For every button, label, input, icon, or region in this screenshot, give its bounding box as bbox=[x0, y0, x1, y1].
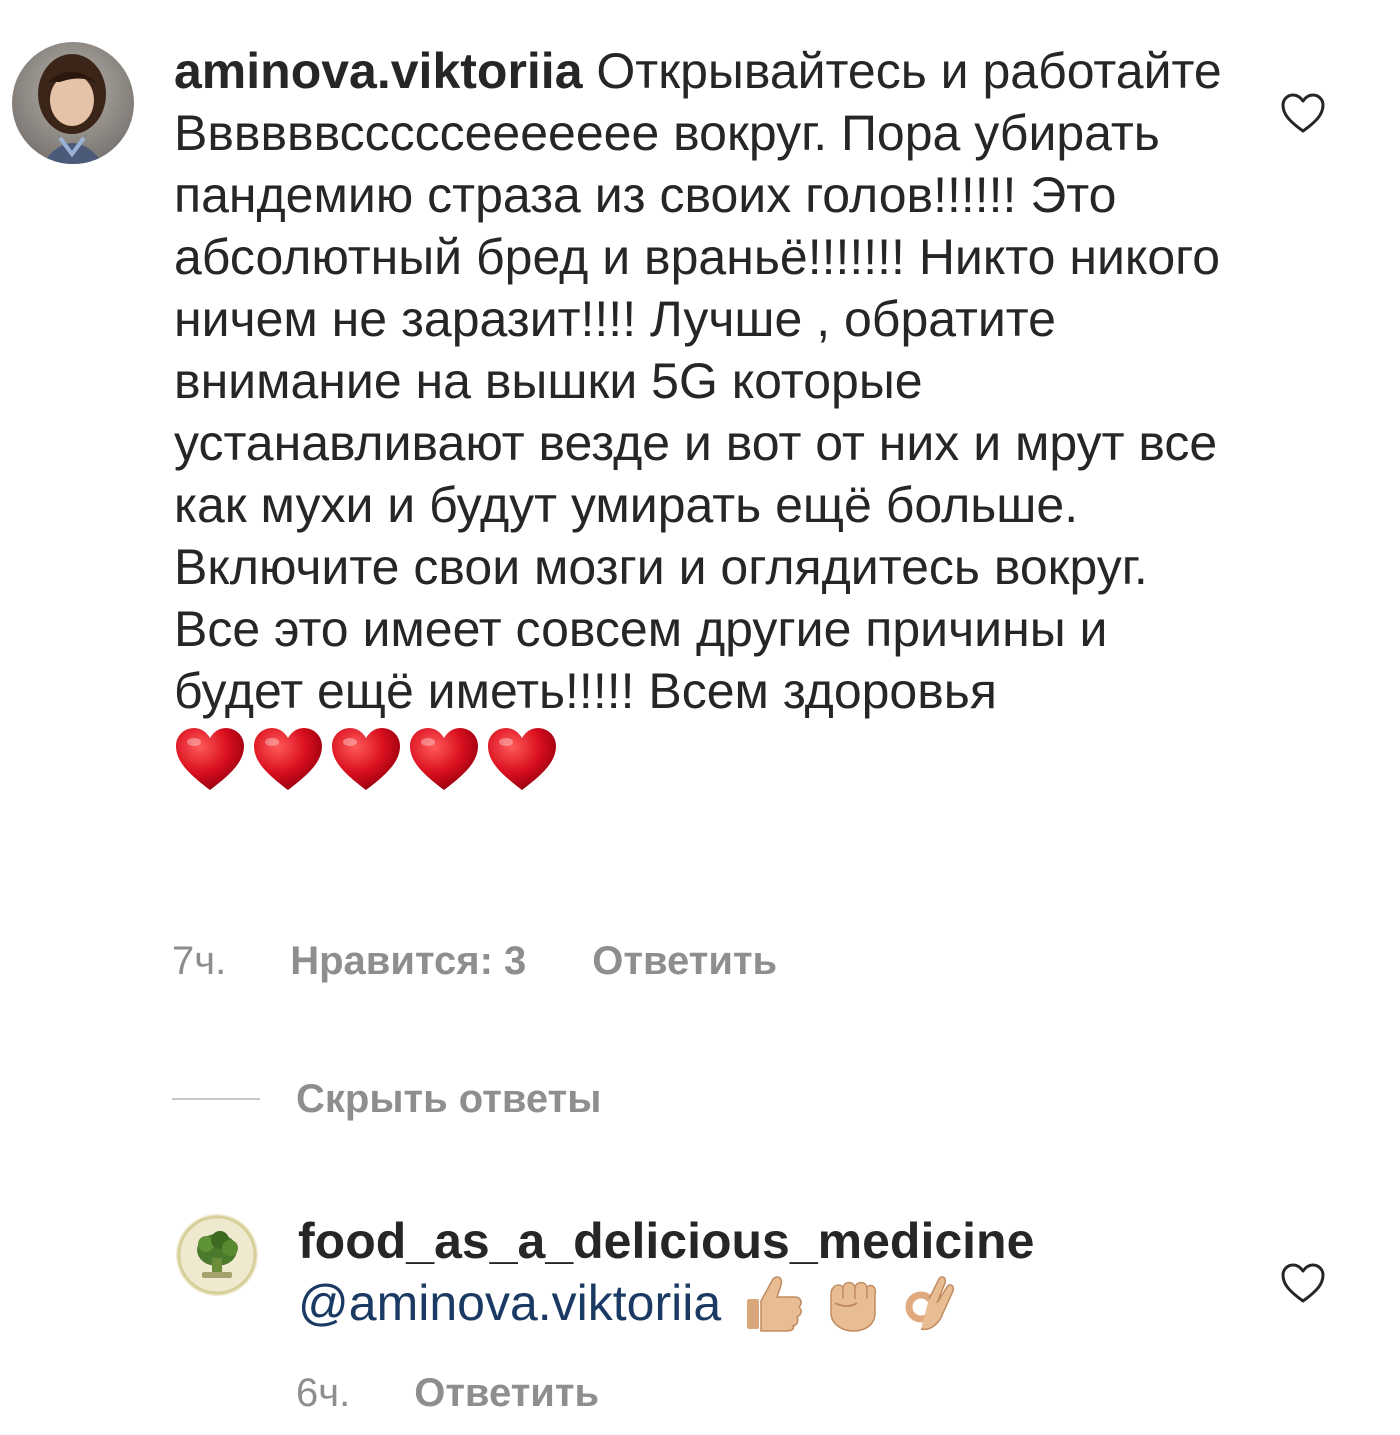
red-heart-icon bbox=[488, 728, 556, 790]
heart-outline-icon bbox=[1281, 1263, 1325, 1303]
ok-hand-icon bbox=[905, 1276, 955, 1331]
reply-time: 6ч. bbox=[296, 1370, 351, 1415]
comment-username[interactable]: aminova.viktoriia bbox=[174, 43, 583, 99]
reply-mention-link[interactable]: @aminova.viktoriia bbox=[298, 1272, 721, 1334]
comment-likes-count[interactable]: Нравится: 3 bbox=[290, 939, 526, 984]
reply-text-row: @aminova.viktoriia bbox=[298, 1272, 1198, 1334]
red-heart-icon bbox=[176, 728, 244, 790]
red-heart-icon bbox=[410, 728, 478, 790]
hide-replies-button[interactable]: Скрыть ответы bbox=[296, 1077, 601, 1122]
reply-content: food_as_a_delicious_medicine @aminova.vi… bbox=[298, 1210, 1198, 1334]
red-heart-icon bbox=[332, 728, 400, 790]
reply-avatar[interactable] bbox=[176, 1214, 258, 1296]
comment-time: 7ч. bbox=[172, 938, 227, 983]
reply-reply-button[interactable]: Ответить bbox=[414, 1371, 599, 1416]
thumbs-up-icon bbox=[747, 1276, 803, 1332]
avatar-photo bbox=[176, 1214, 258, 1296]
comment-meta: 7ч. Нравится: 3 Ответить bbox=[172, 936, 777, 986]
reply-meta: 6ч. Ответить bbox=[296, 1368, 599, 1418]
red-heart-icon bbox=[254, 728, 322, 790]
like-comment-button[interactable] bbox=[1280, 92, 1326, 134]
raised-fist-icon bbox=[830, 1281, 877, 1332]
reply-username[interactable]: food_as_a_delicious_medicine bbox=[298, 1210, 1198, 1272]
heart-outline-icon bbox=[1281, 93, 1325, 133]
comment-emoji-row bbox=[174, 726, 1224, 792]
comment-reply-button[interactable]: Ответить bbox=[592, 939, 777, 984]
divider-line bbox=[172, 1098, 260, 1100]
reply-emoji-row bbox=[743, 1273, 961, 1333]
avatar-photo bbox=[12, 42, 134, 164]
comment-text: Открывайтесь и работайте Ввввввсссссееее… bbox=[174, 43, 1222, 719]
comment-content: aminova.viktoriia Открывайтесь и работай… bbox=[174, 40, 1224, 792]
commenter-avatar[interactable] bbox=[12, 42, 134, 164]
hide-replies-row[interactable]: Скрыть ответы bbox=[172, 1072, 601, 1126]
like-reply-button[interactable] bbox=[1280, 1262, 1326, 1304]
